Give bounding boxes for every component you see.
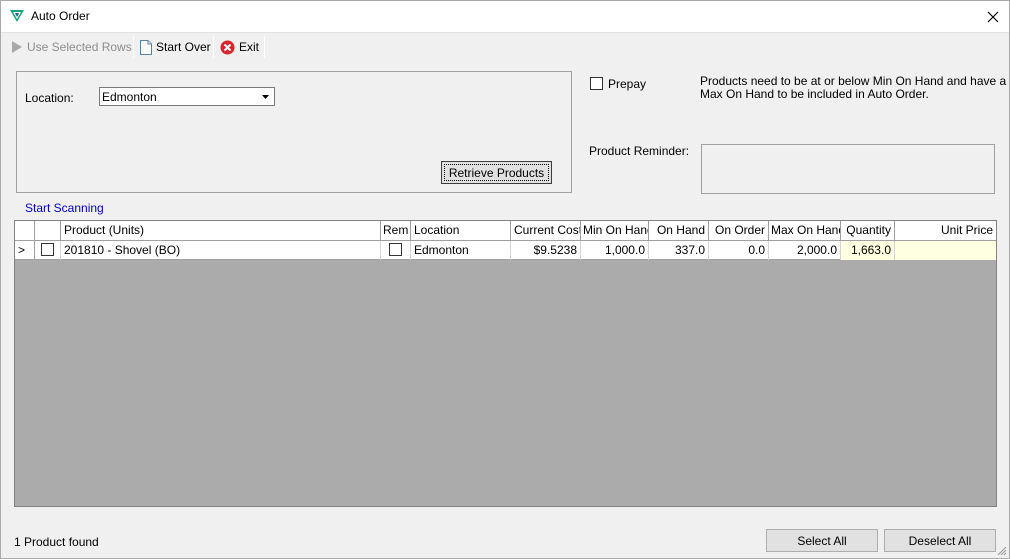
- prepay-checkbox[interactable]: [590, 77, 603, 90]
- rem-column-header[interactable]: Rem: [381, 221, 411, 241]
- row-select-cell[interactable]: [35, 241, 61, 260]
- current-cost-column-header[interactable]: Current Cost: [511, 221, 581, 241]
- retrieve-products-label: Retrieve Products: [448, 165, 545, 180]
- products-grid: Product (Units) Rem Location Current Cos…: [14, 220, 997, 507]
- app-logo-icon: [10, 10, 24, 22]
- title-bar: Auto Order: [1, 1, 1009, 32]
- deselect-all-label: Deselect All: [908, 533, 972, 548]
- rem-cell[interactable]: [381, 241, 411, 260]
- on-order-cell[interactable]: 0.0: [709, 241, 769, 260]
- location-select[interactable]: Edmonton: [99, 87, 275, 106]
- select-all-label: Select All: [797, 533, 847, 548]
- auto-order-info-line2: Max On Hand to be included in Auto Order…: [700, 87, 929, 101]
- on-hand-column-header[interactable]: On Hand: [649, 221, 709, 241]
- toolbar-separator: [213, 36, 214, 58]
- unit-price-column-header[interactable]: Unit Price: [895, 221, 996, 241]
- product-reminder-field[interactable]: [701, 144, 995, 194]
- on-hand-cell[interactable]: 337.0: [649, 241, 709, 260]
- product-column-header[interactable]: Product (Units): [61, 221, 381, 241]
- quantity-cell[interactable]: 1,663.0: [841, 241, 895, 260]
- retrieve-products-button[interactable]: Retrieve Products: [441, 161, 552, 184]
- chevron-down-icon: [262, 94, 269, 99]
- close-icon: [987, 11, 999, 22]
- auto-order-window: Auto Order Use Selected Rows Start Over: [0, 0, 1010, 559]
- max-on-hand-cell[interactable]: 2,000.0: [769, 241, 841, 260]
- table-row[interactable]: > 201810 - Shovel (BO) Edmonton $9.5238 …: [15, 241, 996, 260]
- select-all-button[interactable]: Select All: [766, 529, 878, 552]
- rem-checkbox[interactable]: [389, 243, 402, 256]
- toolbar-separator: [133, 36, 134, 58]
- location-select-value: Edmonton: [102, 90, 157, 104]
- prepay-label: Prepay: [608, 77, 647, 91]
- row-select-checkbox[interactable]: [41, 243, 54, 256]
- new-document-icon: [140, 39, 152, 55]
- row-indicator: >: [15, 241, 35, 260]
- exit-icon: [220, 40, 235, 54]
- use-selected-rows-label: Use Selected Rows: [27, 40, 132, 54]
- row-header-column: [15, 221, 35, 241]
- quantity-column-header[interactable]: Quantity: [841, 221, 895, 241]
- max-on-hand-column-header[interactable]: Max On Hand: [769, 221, 841, 241]
- auto-order-info-line1: Products need to be at or below Min On H…: [700, 74, 1007, 88]
- location-dropdown-button[interactable]: [258, 89, 273, 104]
- window-title: Auto Order: [31, 9, 90, 23]
- min-on-hand-cell[interactable]: 1,000.0: [581, 241, 649, 260]
- min-on-hand-column-header[interactable]: Min On Hand: [581, 221, 649, 241]
- location-label: Location:: [25, 91, 74, 105]
- exit-label: Exit: [239, 40, 260, 54]
- location-cell[interactable]: Edmonton: [411, 241, 511, 260]
- resize-grip-icon[interactable]: [995, 544, 1007, 556]
- select-column-header[interactable]: [35, 221, 61, 241]
- product-cell[interactable]: 201810 - Shovel (BO): [61, 241, 381, 260]
- use-selected-rows-button[interactable]: Use Selected Rows: [7, 35, 136, 59]
- toolbar: Use Selected Rows Start Over Exit: [1, 32, 1009, 60]
- product-reminder-label: Product Reminder:: [589, 144, 690, 158]
- location-column-header[interactable]: Location: [411, 221, 511, 241]
- unit-price-cell[interactable]: [895, 241, 996, 260]
- deselect-all-button[interactable]: Deselect All: [884, 529, 996, 552]
- play-icon: [12, 41, 22, 53]
- exit-button[interactable]: Exit: [216, 35, 263, 59]
- start-over-button[interactable]: Start Over: [136, 35, 215, 59]
- on-order-column-header[interactable]: On Order: [709, 221, 769, 241]
- current-cost-cell[interactable]: $9.5238: [511, 241, 581, 260]
- close-button[interactable]: [977, 1, 1009, 32]
- status-text: 1 Product found: [14, 535, 99, 549]
- start-scanning-link[interactable]: Start Scanning: [25, 201, 104, 215]
- start-over-label: Start Over: [156, 40, 211, 54]
- grid-header-row: Product (Units) Rem Location Current Cos…: [15, 221, 996, 241]
- toolbar-separator: [264, 36, 265, 58]
